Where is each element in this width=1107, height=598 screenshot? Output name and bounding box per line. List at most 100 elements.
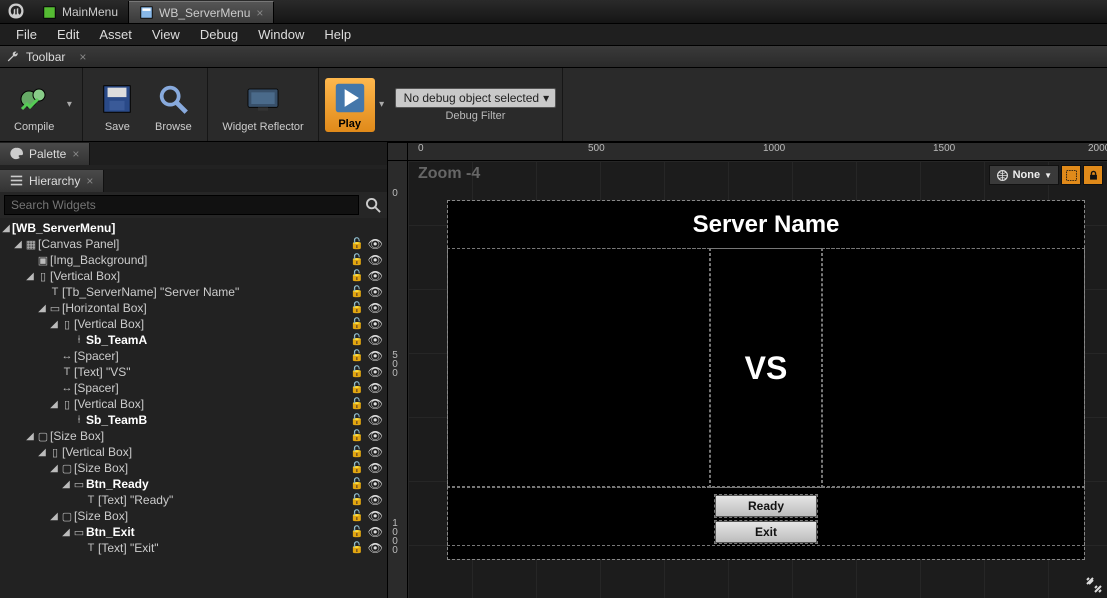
lock-icon[interactable]: 🔓 bbox=[350, 477, 364, 491]
eye-icon[interactable]: 👁 bbox=[368, 509, 383, 523]
menu-view[interactable]: View bbox=[142, 24, 190, 45]
lock-icon[interactable]: 🔓 bbox=[350, 365, 364, 379]
lock-icon[interactable]: 🔓 bbox=[350, 461, 364, 475]
lock-icon[interactable]: 🔓 bbox=[350, 301, 364, 315]
toolbar-title: Toolbar bbox=[26, 50, 65, 64]
browse-button[interactable]: Browse bbox=[145, 75, 201, 135]
eye-icon[interactable]: 👁 bbox=[368, 429, 383, 443]
compile-dropdown[interactable]: ▾ bbox=[62, 99, 76, 110]
eye-icon[interactable]: 👁 bbox=[368, 477, 383, 491]
tree-row[interactable]: ◢▯[Vertical Box]🔓👁 bbox=[0, 444, 387, 460]
tree-row[interactable]: ◢▯[Vertical Box]🔓👁 bbox=[0, 316, 387, 332]
eye-icon[interactable]: 👁 bbox=[368, 461, 383, 475]
eye-icon[interactable]: 👁 bbox=[368, 301, 383, 315]
lock-icon[interactable]: 🔓 bbox=[350, 413, 364, 427]
tree-label: [WB_ServerMenu] bbox=[12, 221, 383, 235]
close-icon[interactable]: × bbox=[86, 174, 93, 188]
close-icon[interactable]: × bbox=[72, 147, 79, 161]
tree-row[interactable]: ↔[Spacer]🔓👁 bbox=[0, 348, 387, 364]
eye-icon[interactable]: 👁 bbox=[368, 349, 383, 363]
eye-icon[interactable]: 👁 bbox=[368, 253, 383, 267]
close-icon[interactable]: × bbox=[79, 50, 86, 64]
play-dropdown[interactable]: ▾ bbox=[375, 99, 389, 110]
tree-row[interactable]: ◢[WB_ServerMenu] bbox=[0, 220, 387, 236]
compile-button[interactable]: Compile bbox=[6, 75, 62, 135]
panel-tab-palette[interactable]: Palette × bbox=[0, 143, 90, 165]
lock-icon[interactable]: 🔓 bbox=[350, 285, 364, 299]
lock-icon[interactable]: 🔓 bbox=[350, 445, 364, 459]
lock-icon[interactable]: 🔓 bbox=[350, 397, 364, 411]
tree-row[interactable]: ◢▯[Vertical Box]🔓👁 bbox=[0, 396, 387, 412]
vs-text: VS bbox=[710, 249, 822, 487]
resize-handle-icon[interactable] bbox=[1085, 576, 1103, 594]
lock-icon[interactable]: 🔓 bbox=[350, 525, 364, 539]
tree-row[interactable]: ◢▭Btn_Exit🔓👁 bbox=[0, 524, 387, 540]
eye-icon[interactable]: 👁 bbox=[368, 237, 383, 251]
widget-reflector-button[interactable]: Widget Reflector bbox=[214, 75, 311, 135]
document-tab-mainmenu[interactable]: MainMenu bbox=[32, 1, 129, 23]
menu-window[interactable]: Window bbox=[248, 24, 314, 45]
tree-row[interactable]: T[Text] "VS"🔓👁 bbox=[0, 364, 387, 380]
tree-row[interactable]: ◢▢[Size Box]🔓👁 bbox=[0, 428, 387, 444]
exit-button[interactable]: Exit bbox=[715, 521, 817, 543]
tree-row[interactable]: T[Text] "Exit"🔓👁 bbox=[0, 540, 387, 556]
eye-icon[interactable]: 👁 bbox=[368, 397, 383, 411]
lock-icon[interactable]: 🔓 bbox=[350, 253, 364, 267]
eye-icon[interactable]: 👁 bbox=[368, 365, 383, 379]
close-icon[interactable]: × bbox=[256, 6, 263, 20]
eye-icon[interactable]: 👁 bbox=[368, 493, 383, 507]
outline-toggle[interactable] bbox=[1061, 165, 1081, 185]
tree-row[interactable]: T[Tb_ServerName] "Server Name"🔓👁 bbox=[0, 284, 387, 300]
lock-icon[interactable]: 🔓 bbox=[350, 349, 364, 363]
document-tab-wbservermenu[interactable]: WB_ServerMenu × bbox=[129, 1, 274, 23]
eye-icon[interactable]: 👁 bbox=[368, 381, 383, 395]
debug-object-select[interactable]: No debug object selected ▾ bbox=[395, 88, 556, 108]
tree-row[interactable]: T[Text] "Ready"🔓👁 bbox=[0, 492, 387, 508]
eye-icon[interactable]: 👁 bbox=[368, 445, 383, 459]
panel-tab-hierarchy[interactable]: Hierarchy × bbox=[0, 170, 104, 192]
tree-row[interactable]: ▣[Img_Background]🔓👁 bbox=[0, 252, 387, 268]
lock-icon[interactable]: 🔓 bbox=[350, 381, 364, 395]
button-label: Save bbox=[105, 121, 130, 133]
save-button[interactable]: Save bbox=[89, 75, 145, 135]
eye-icon[interactable]: 👁 bbox=[368, 413, 383, 427]
widget-preview[interactable]: Server Name VS Ready Exit bbox=[448, 201, 1084, 559]
eye-icon[interactable]: 👁 bbox=[368, 317, 383, 331]
lock-icon[interactable]: 🔓 bbox=[350, 541, 364, 555]
eye-icon[interactable]: 👁 bbox=[368, 285, 383, 299]
search-input[interactable] bbox=[4, 195, 359, 215]
lock-icon[interactable]: 🔓 bbox=[350, 317, 364, 331]
locale-button[interactable]: None ▼ bbox=[989, 165, 1059, 185]
play-button[interactable]: Play bbox=[325, 78, 375, 132]
menu-debug[interactable]: Debug bbox=[190, 24, 248, 45]
menu-edit[interactable]: Edit bbox=[47, 24, 89, 45]
menu-file[interactable]: File bbox=[6, 24, 47, 45]
tree-row[interactable]: ◢▭Btn_Ready🔓👁 bbox=[0, 476, 387, 492]
lock-icon[interactable]: 🔓 bbox=[350, 493, 364, 507]
eye-icon[interactable]: 👁 bbox=[368, 333, 383, 347]
lock-icon[interactable]: 🔓 bbox=[350, 269, 364, 283]
tree-label: [Img_Background] bbox=[50, 253, 350, 267]
lock-icon[interactable]: 🔓 bbox=[350, 237, 364, 251]
tree-row[interactable]: ◢▭[Horizontal Box]🔓👁 bbox=[0, 300, 387, 316]
tree-row[interactable]: ↔[Spacer]🔓👁 bbox=[0, 380, 387, 396]
ready-button[interactable]: Ready bbox=[715, 495, 817, 517]
menu-asset[interactable]: Asset bbox=[89, 24, 142, 45]
tree-row[interactable]: ◢▢[Size Box]🔓👁 bbox=[0, 460, 387, 476]
lock-toggle[interactable] bbox=[1083, 165, 1103, 185]
tree-row[interactable]: ◢▦[Canvas Panel]🔓👁 bbox=[0, 236, 387, 252]
eye-icon[interactable]: 👁 bbox=[368, 525, 383, 539]
eye-icon[interactable]: 👁 bbox=[368, 269, 383, 283]
tree-row[interactable]: ◢▢[Size Box]🔓👁 bbox=[0, 508, 387, 524]
menu-help[interactable]: Help bbox=[314, 24, 361, 45]
search-icon[interactable] bbox=[363, 195, 383, 215]
designer-viewport[interactable]: 0 500 1000 1500 2000 0 500 1000 Zoom -4 … bbox=[388, 142, 1107, 598]
lock-icon[interactable]: 🔓 bbox=[350, 429, 364, 443]
eye-icon[interactable]: 👁 bbox=[368, 541, 383, 555]
lock-icon[interactable]: 🔓 bbox=[350, 333, 364, 347]
lock-icon[interactable]: 🔓 bbox=[350, 509, 364, 523]
canvas-area[interactable]: Zoom -4 None ▼ Server Name bbox=[408, 161, 1107, 598]
tree-row[interactable]: ⍿Sb_TeamB🔓👁 bbox=[0, 412, 387, 428]
tree-row[interactable]: ⍿Sb_TeamA🔓👁 bbox=[0, 332, 387, 348]
tree-row[interactable]: ◢▯[Vertical Box]🔓👁 bbox=[0, 268, 387, 284]
